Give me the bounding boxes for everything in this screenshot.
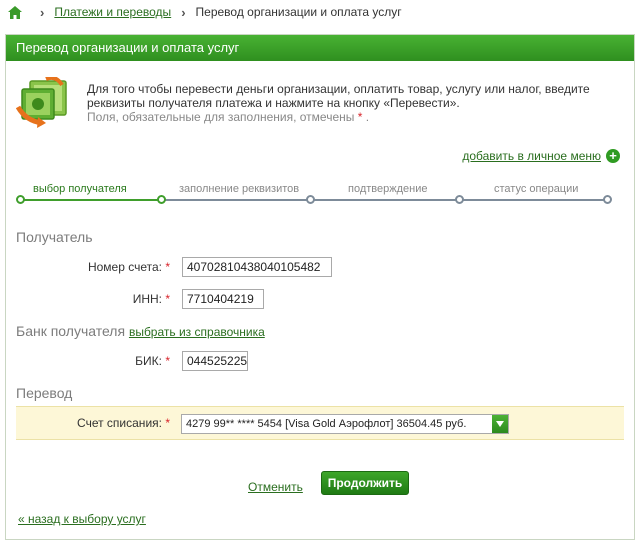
continue-button[interactable]: Продолжить	[321, 471, 409, 495]
breadcrumb-current: Перевод организации и оплата услуг	[195, 5, 402, 19]
chevron-down-icon	[496, 421, 504, 427]
step-dot	[603, 195, 612, 204]
home-icon[interactable]	[8, 5, 22, 19]
back-to-services-link[interactable]: « назад к выбору услуг	[18, 512, 146, 526]
breadcrumb-separator: ›	[181, 4, 186, 20]
debit-account-value: 4279 99** **** 5454 [Visa Gold Аэрофлот]…	[186, 418, 467, 430]
step-confirmation: подтверждение	[348, 183, 428, 195]
account-number-input[interactable]: 40702810438040105482	[182, 257, 332, 277]
cancel-link[interactable]: Отменить	[248, 480, 303, 494]
panel-title: Перевод организации и оплата услуг	[6, 35, 634, 61]
step-fill-details: заполнение реквизитов	[179, 183, 300, 195]
money-transfer-icon	[16, 77, 67, 128]
intro-block: Для того чтобы перевести деньги организа…	[16, 77, 626, 128]
breadcrumb-separator: ›	[40, 4, 45, 20]
debit-account-row: Счет списания: * 4279 99** **** 5454 [Vi…	[16, 406, 624, 440]
step-dot	[306, 195, 315, 204]
intro-description: Для того чтобы перевести деньги организа…	[87, 82, 590, 110]
dropdown-button[interactable]	[492, 415, 508, 433]
step-status: статус операции	[494, 183, 579, 195]
debit-account-label: Счет списания: *	[77, 416, 170, 430]
step-line-active	[20, 199, 161, 201]
recipient-section-title: Получатель	[16, 229, 93, 245]
bik-label: БИК: *	[135, 354, 170, 368]
debit-account-select[interactable]: 4279 99** **** 5454 [Visa Gold Аэрофлот]…	[181, 414, 509, 434]
choose-from-directory-link[interactable]: выбрать из справочника	[129, 325, 265, 339]
step-select-recipient: выбор получателя	[33, 183, 127, 195]
add-to-menu[interactable]: добавить в личное меню +	[462, 149, 620, 163]
step-dot	[157, 195, 166, 204]
add-to-menu-link[interactable]: добавить в личное меню	[462, 149, 601, 163]
required-hint: Поля, обязательные для заполнения, отмеч…	[87, 110, 370, 124]
plus-circle-icon[interactable]: +	[606, 149, 620, 163]
progress-steps: выбор получателя заполнение реквизитов п…	[16, 183, 616, 213]
transfer-panel: Перевод организации и оплата услуг Для т…	[5, 34, 635, 540]
bank-section-title: Банк получателя	[16, 323, 126, 339]
bik-input[interactable]: 044525225	[182, 351, 248, 371]
required-mark: *	[357, 110, 363, 124]
account-number-label: Номер счета: *	[87, 260, 170, 274]
bank-section: Банк получателя выбрать из справочника	[16, 323, 265, 339]
breadcrumb: › Платежи и переводы › Перевод организац…	[8, 4, 402, 20]
intro-text: Для того чтобы перевести деньги организа…	[87, 82, 617, 124]
inn-input[interactable]: 7710404219	[182, 289, 264, 309]
transfer-section-title: Перевод	[16, 385, 73, 401]
step-line	[161, 199, 607, 201]
step-dot	[455, 195, 464, 204]
step-dot	[16, 195, 25, 204]
breadcrumb-payments-link[interactable]: Платежи и переводы	[54, 5, 171, 19]
inn-label: ИНН: *	[132, 292, 170, 306]
